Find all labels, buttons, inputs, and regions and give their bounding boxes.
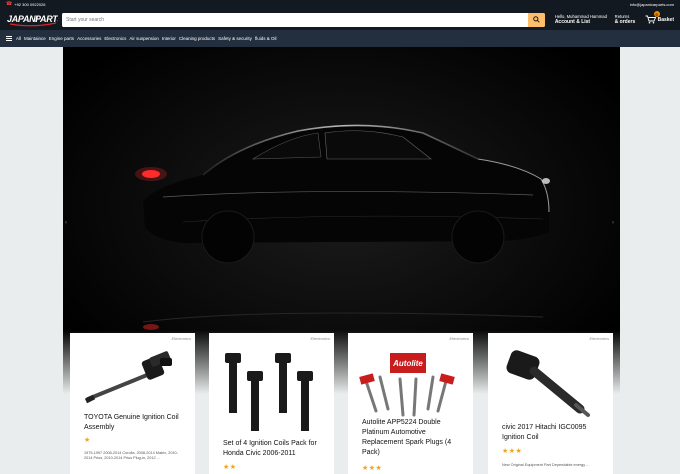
svg-text:JAPANI: JAPANI xyxy=(7,14,38,24)
autolite-logo: Autolite xyxy=(392,359,423,368)
ignition-coil-set-image xyxy=(225,353,313,431)
top-info-bar: ☎ +92 300 0922026 info@japanicarparts.co… xyxy=(0,0,680,9)
phone-icon: ☎ xyxy=(6,1,13,7)
nav-item-fluids-oil[interactable]: fluids & Oil xyxy=(255,36,277,41)
nav-item-safety-security[interactable]: Safety & security xyxy=(218,36,252,41)
product-rating: ★★★ xyxy=(502,448,523,455)
page: { "topbar": { "phone": "+92 300 0922026"… xyxy=(0,0,680,474)
orders-label: & orders xyxy=(614,18,636,25)
basket-icon xyxy=(645,15,656,24)
nav-item-electronics[interactable]: Electronics xyxy=(104,36,126,41)
product-card[interactable]: Electronics civic 2017 Hitachi IGC0095 I… xyxy=(488,333,613,474)
product-card[interactable]: Electronics TOYOTA Genuine Ignition Coil… xyxy=(70,333,195,474)
search-bar xyxy=(62,12,545,27)
account-menu[interactable]: Hello, Muhammad Hammad Account & List xyxy=(555,14,615,25)
basket-label: Basket xyxy=(657,16,674,23)
product-description: New Original Equipment Part Dependable e… xyxy=(502,463,590,467)
hitachi-coil-image xyxy=(506,350,590,417)
carousel-next-arrow[interactable]: › xyxy=(612,220,614,226)
product-title[interactable]: TOYOTA Genuine Ignition Coil Assembly xyxy=(84,413,184,433)
returns-orders-link[interactable]: Returns & orders xyxy=(615,14,645,25)
basket-count-badge: 0 xyxy=(653,11,660,17)
carousel-prev-arrow[interactable]: ‹ xyxy=(65,220,67,226)
product-rating: ★★★ xyxy=(362,465,383,472)
svg-text:PARTS: PARTS xyxy=(35,14,58,24)
search-icon xyxy=(533,16,540,23)
hamburger-menu-icon[interactable] xyxy=(6,36,12,41)
product-title[interactable]: civic 2017 Hitachi IGC0095 Ignition Coil xyxy=(502,423,602,443)
nav-item-all[interactable]: All xyxy=(16,36,21,41)
nav-item-maintaince[interactable]: Maintaince xyxy=(24,36,46,41)
product-description: 1975-1997 2008-2014 Corolla, 2008-2014 M… xyxy=(84,451,178,460)
product-title[interactable]: Set of 4 Ignition Coils Pack for Honda C… xyxy=(223,439,323,459)
basket-button[interactable]: 0 Basket xyxy=(645,11,674,24)
nav-item-engine-parts[interactable]: Engine parts xyxy=(49,36,74,41)
account-list-label: Account & List xyxy=(554,18,591,25)
search-input[interactable] xyxy=(62,12,528,27)
nav-item-interior[interactable]: Interior xyxy=(162,36,176,41)
ignition-coil-image xyxy=(84,351,172,404)
product-card[interactable]: Electronics Autolite Autolite APP5224 Do… xyxy=(348,333,473,474)
logo-image: JAPANI PARTS xyxy=(7,14,58,27)
phone-number[interactable]: +92 300 0922026 xyxy=(14,2,45,7)
product-card[interactable]: Electronics Set of 4 Ignition Coils Pack… xyxy=(209,333,334,474)
product-title[interactable]: Autolite APP5224 Double Platinum Automot… xyxy=(362,418,462,458)
nav-item-accessories[interactable]: Accessories xyxy=(77,36,101,41)
category-nav: All Maintaince Engine parts Accessories … xyxy=(0,30,680,47)
nav-item-cleaning-products[interactable]: Cleaning products xyxy=(179,36,215,41)
search-button[interactable] xyxy=(527,12,545,27)
contact-email[interactable]: info@japanicarparts.com xyxy=(630,2,674,7)
product-rating: ★★ xyxy=(223,464,237,471)
logo[interactable]: JAPANI PARTS xyxy=(6,11,58,28)
header: JAPANI PARTS Hello, Muhammad Hammad Acco… xyxy=(0,9,680,30)
spark-plugs-image: Autolite xyxy=(359,353,455,417)
nav-item-air-suspension[interactable]: Air suspension xyxy=(129,36,159,41)
product-rating: ★ xyxy=(84,437,91,444)
